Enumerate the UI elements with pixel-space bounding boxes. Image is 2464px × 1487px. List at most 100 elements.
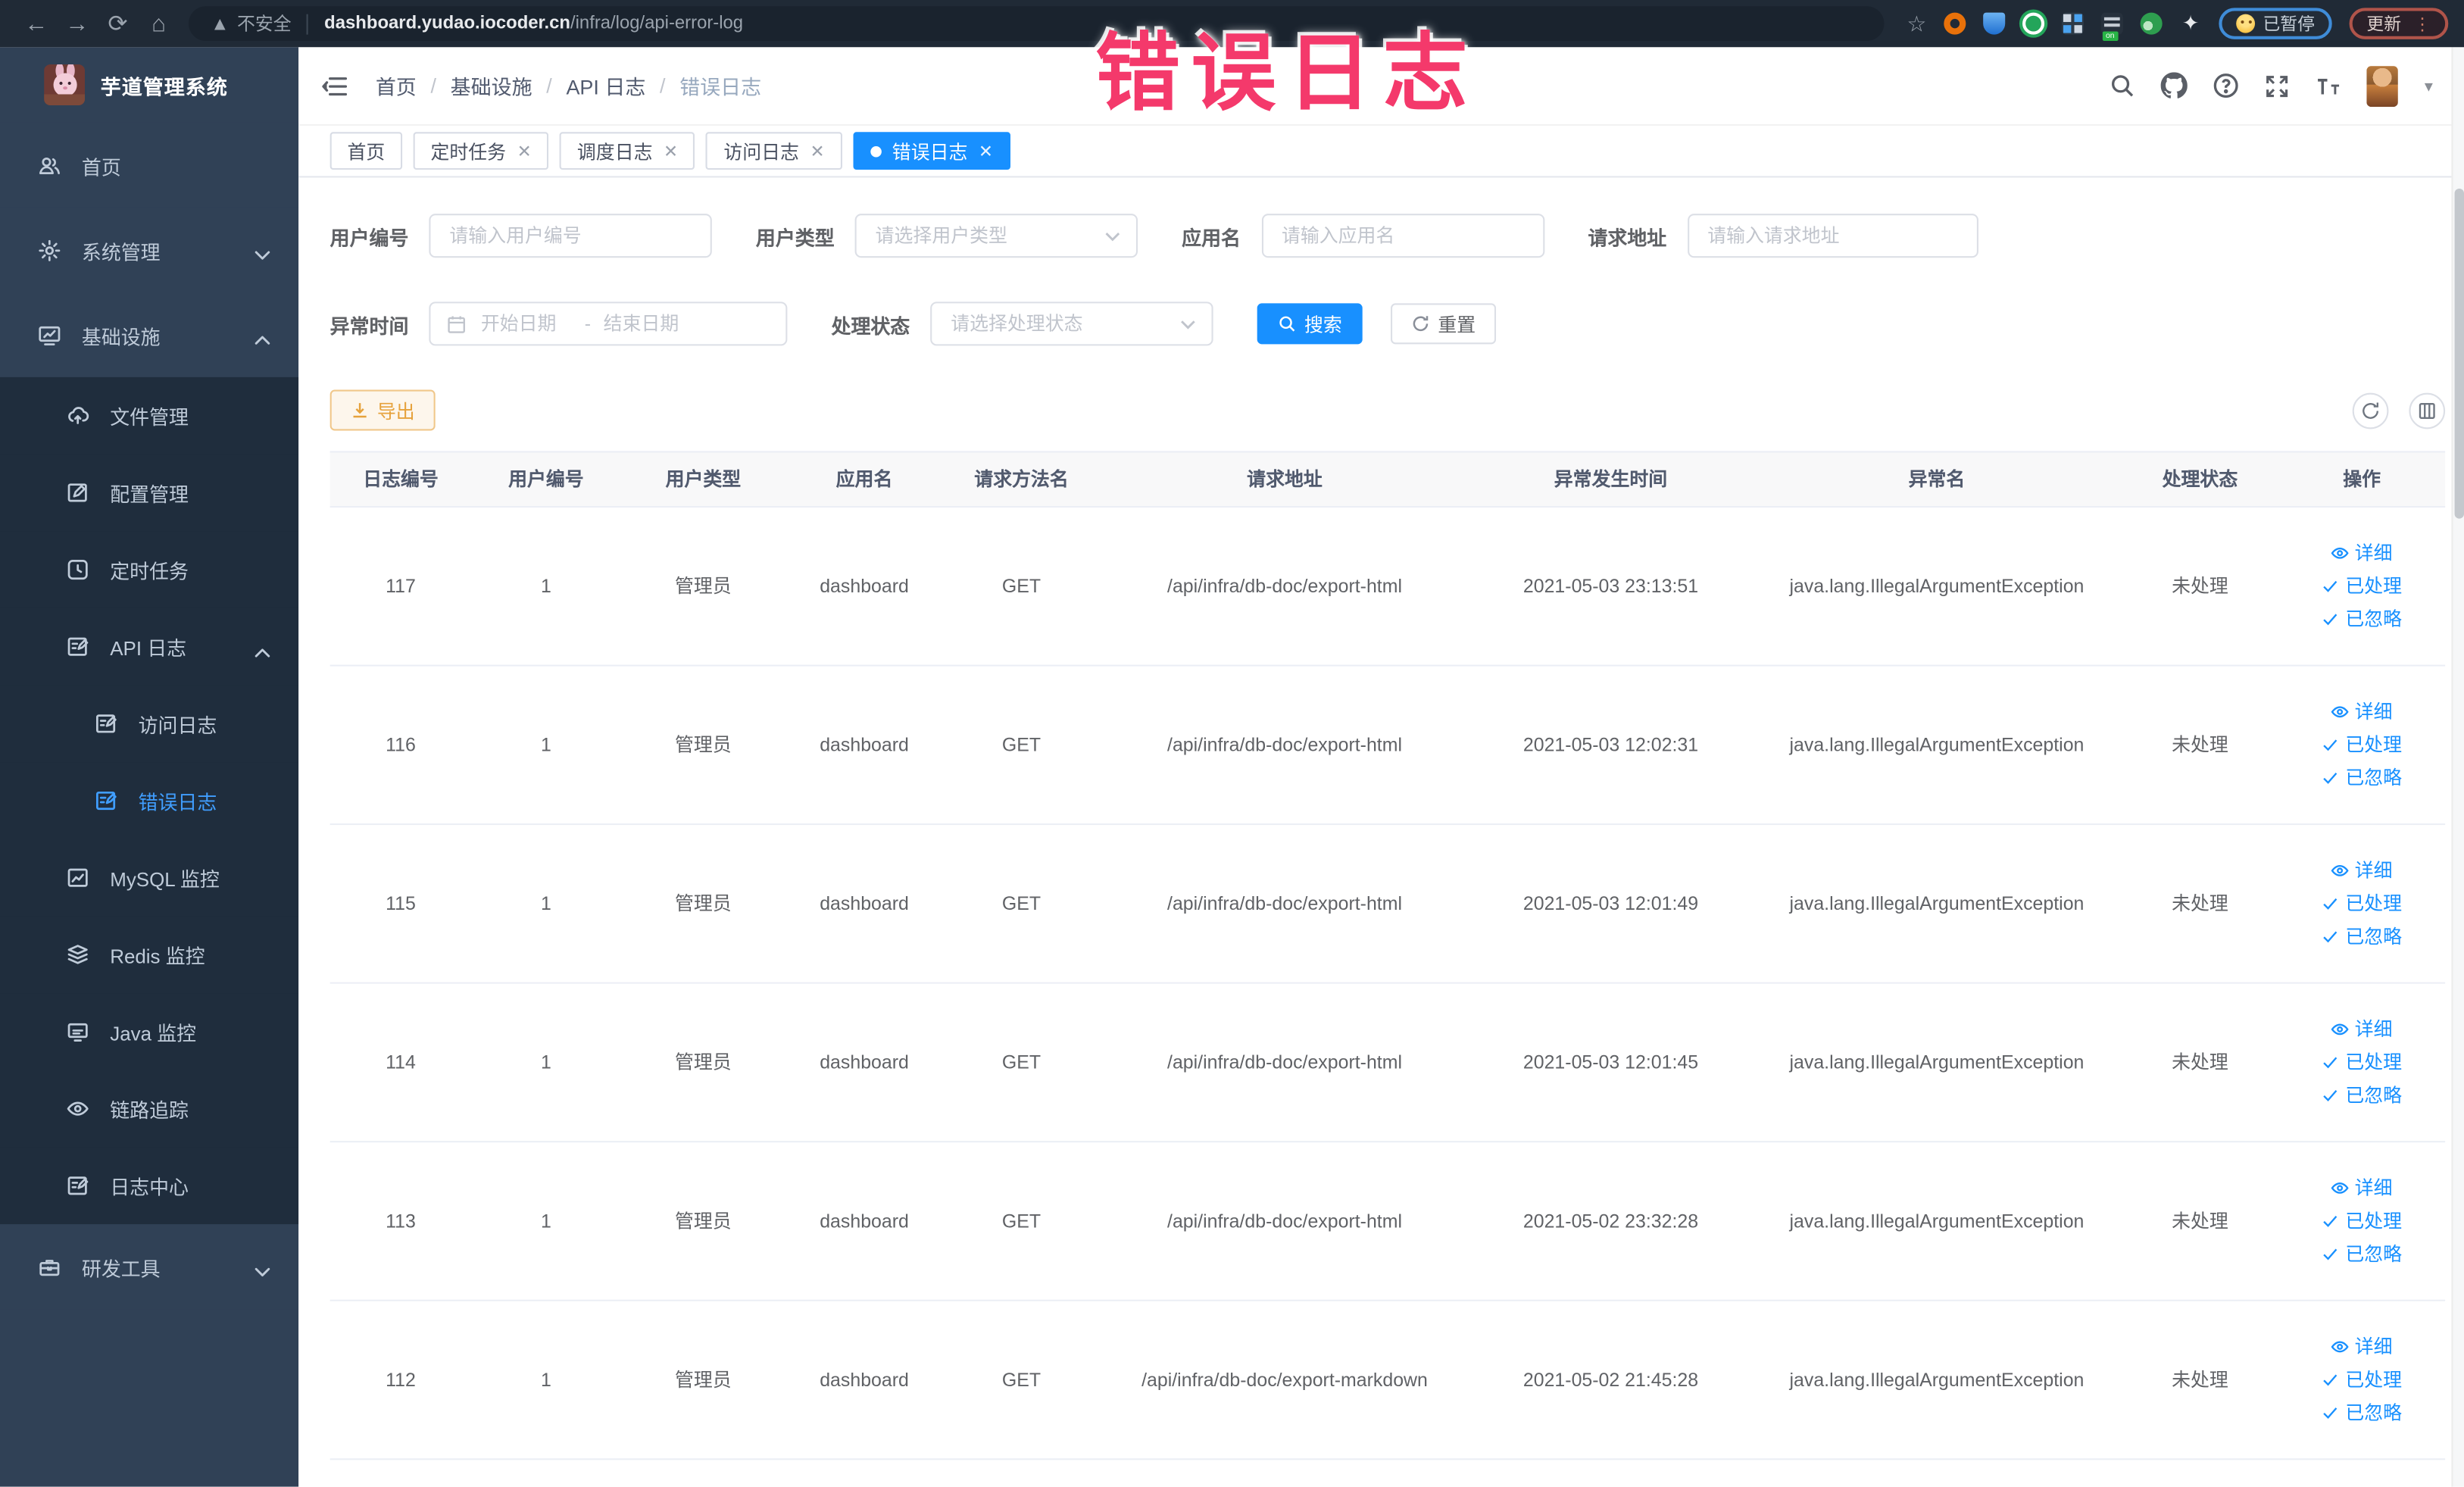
column-settings-button[interactable] [2409,392,2446,429]
close-icon[interactable]: ✕ [810,141,824,161]
bookmark-star-icon[interactable]: ☆ [1907,10,1926,36]
ignored-link[interactable]: 已忽略 [2322,607,2402,633]
ignored-link[interactable]: 已忽略 [2322,1083,2402,1109]
user-type-select[interactable] [854,214,1138,258]
font-size-icon[interactable] [2315,71,2343,99]
avatar-caret-down-icon[interactable]: ▼ [2422,78,2436,94]
sidebar-item-config-management[interactable]: 配置管理 [0,454,299,532]
sidebar-item-java-monitor[interactable]: Java 监控 [0,993,299,1070]
sidebar-item-access-log[interactable]: 访问日志 [0,685,299,763]
user-avatar[interactable] [2366,65,2399,107]
refresh-button[interactable] [2352,392,2389,429]
sidebar-item-tracing[interactable]: 链路追踪 [0,1070,299,1148]
url-path: /infra/log/api-error-log [570,14,744,33]
processed-link[interactable]: 已处理 [2322,733,2402,758]
search-button[interactable]: 搜索 [1257,303,1363,345]
search-icon[interactable] [2107,71,2135,99]
eye-icon [2331,1337,2350,1356]
scrollbar-thumb[interactable] [2454,188,2464,519]
tab-label: 调度日志 [576,140,653,163]
sidebar-item-redis-monitor[interactable]: Redis 监控 [0,916,299,994]
detail-link[interactable]: 详细 [2331,699,2393,725]
tab-error-log[interactable]: 错误日志 ✕ [852,132,1010,170]
user-id-field[interactable] [446,223,695,248]
paused-badge[interactable]: 已暂停 [2219,8,2332,39]
sidebar-item-system-management[interactable]: 系统管理 [0,207,299,292]
request-url-field[interactable] [1704,223,1961,248]
extension-grid-icon[interactable] [2061,12,2084,35]
sidebar-item-mysql-monitor[interactable]: MySQL 监控 [0,839,299,917]
kebab-menu-icon[interactable]: ⋮ [2414,14,2431,34]
sidebar-item-file-management[interactable]: 文件管理 [0,376,299,455]
fullscreen-icon[interactable] [2263,71,2291,99]
extension-green-badge-icon[interactable] [2022,12,2045,35]
cell-user_id: 1 [540,733,551,756]
sidebar-item-home[interactable]: 首页 [0,122,299,208]
tab-schedule-log[interactable]: 调度日志 ✕ [560,132,695,170]
app-name-input[interactable] [1260,214,1544,258]
detail-link[interactable]: 详细 [2331,1017,2393,1042]
extension-switch-on-icon[interactable] [2100,12,2123,41]
processed-link[interactable]: 已处理 [2322,1208,2402,1234]
breadcrumb-item-infrastructure[interactable]: 基础设施 [451,70,532,100]
update-button[interactable]: 更新 ⋮ [2349,8,2449,39]
request-url-input[interactable] [1687,214,1978,258]
github-icon[interactable] [2160,71,2188,99]
tab-scheduled-tasks[interactable]: 定时任务 ✕ [413,132,549,170]
detail-link[interactable]: 详细 [2331,858,2393,883]
processed-link[interactable]: 已处理 [2322,573,2402,599]
date-range-picker[interactable]: - [429,301,788,346]
help-icon[interactable] [2211,71,2239,99]
page-scrollbar[interactable] [2451,47,2464,1487]
tab-home[interactable]: 首页 [329,132,403,170]
processed-link[interactable]: 已处理 [2322,1367,2402,1393]
check-icon [2322,1245,2341,1264]
tab-access-log[interactable]: 访问日志 ✕ [706,132,842,170]
user-id-input[interactable] [429,214,712,258]
breadcrumb-item-api-logs[interactable]: API 日志 [566,70,645,100]
ignored-link[interactable]: 已忽略 [2322,924,2402,950]
process-status-select[interactable] [930,301,1213,346]
processed-link[interactable]: 已处理 [2322,891,2402,917]
close-icon[interactable]: ✕ [517,141,532,161]
extension-green-sprout-icon[interactable] [2140,12,2163,35]
browser-reload-icon[interactable]: ⟳ [98,9,139,38]
hamburger-icon[interactable] [322,75,348,97]
sidebar-item-scheduled-tasks[interactable]: 定时任务 [0,531,299,608]
extension-puzzle-icon[interactable]: ✦ [2179,12,2201,35]
detail-link[interactable]: 详细 [2331,540,2393,566]
end-date-field[interactable] [600,311,698,336]
reset-button[interactable]: 重置 [1391,303,1497,345]
address-bar[interactable]: ▲ 不安全 dashboard.yudao.iocoder.cn/infra/l… [188,6,1885,41]
sidebar-item-api-logs[interactable]: API 日志 [0,608,299,686]
export-button[interactable]: 导出 [329,389,436,431]
sidebar-item-log-center[interactable]: 日志中心 [0,1147,299,1225]
close-icon[interactable]: ✕ [979,141,993,161]
sidebar-item-infrastructure[interactable]: 基础设施 [0,292,299,377]
detail-link[interactable]: 详细 [2331,1175,2393,1201]
process-status-field[interactable] [948,311,1181,336]
ignored-link[interactable]: 已忽略 [2322,766,2402,792]
close-icon[interactable]: ✕ [664,141,678,161]
cell-user_id: 1 [540,1051,551,1073]
address-bar-divider [307,13,309,34]
app-name-field[interactable] [1278,223,1527,248]
sidebar-item-label: 基础设施 [81,326,161,348]
browser-back-icon[interactable]: ← [16,10,57,36]
user-type-field[interactable] [872,223,1105,248]
detail-link[interactable]: 详细 [2331,1334,2393,1360]
sidebar-item-dev-tools[interactable]: 研发工具 [0,1224,299,1310]
start-date-field[interactable] [477,311,576,336]
header-cell-操作: 操作 [2343,468,2381,491]
ignored-link[interactable]: 已忽略 [2322,1242,2402,1267]
sidebar-item-error-log[interactable]: 错误日志 [0,762,299,839]
extension-blue-shield-icon[interactable] [1983,12,2006,35]
browser-forward-icon[interactable]: → [57,10,98,36]
browser-home-icon[interactable]: ⌂ [139,10,180,36]
breadcrumb-item-home[interactable]: 首页 [376,70,417,100]
extension-orange-ring-icon[interactable] [1944,12,1966,35]
processed-link[interactable]: 已处理 [2322,1050,2402,1076]
cell-status: 未处理 [2172,1051,2228,1073]
sidebar-logo-row[interactable]: 芋道管理系统 [0,47,298,123]
ignored-link[interactable]: 已忽略 [2322,1401,2402,1426]
